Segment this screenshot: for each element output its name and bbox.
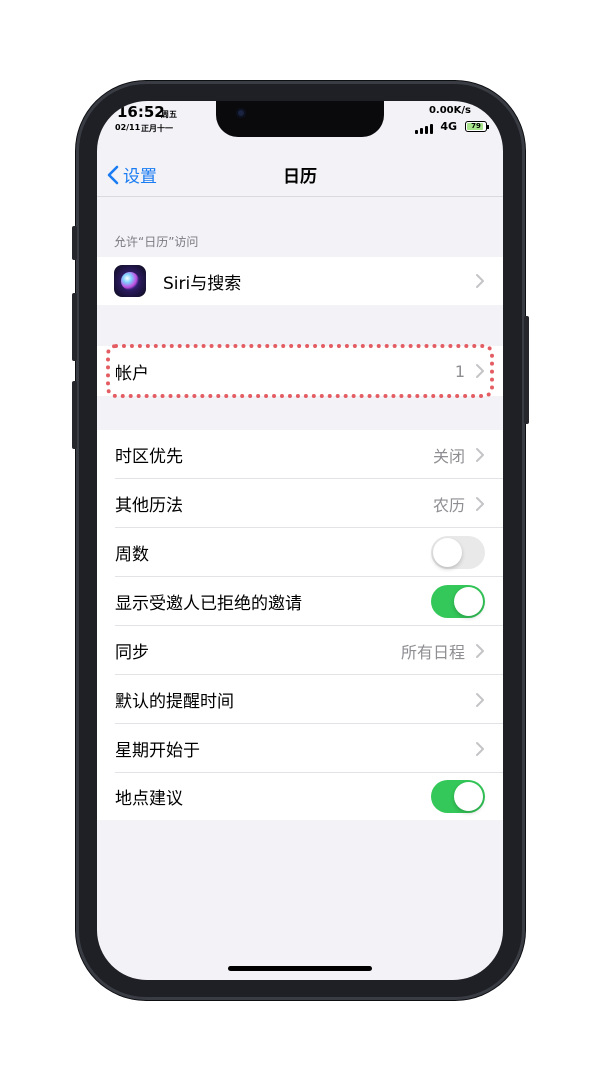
signal-icon [415, 124, 433, 134]
setting-label: 默认的提醒时间 [115, 692, 234, 712]
setting-label: 同步 [115, 643, 149, 663]
status-network: 4G [440, 120, 457, 133]
screen: 16:52 周五 02/11 正月十一 0.00K/s 4G 79 设置 日历 [97, 101, 503, 980]
nav-bar: 设置 日历 [97, 151, 503, 195]
setting-value: 所有日程 [400, 642, 465, 662]
notch [216, 101, 384, 137]
status-time: 16:52 [117, 103, 165, 121]
setting-label: 地点建议 [115, 789, 183, 809]
highlight-annotation [106, 344, 494, 398]
setting-row-declined-invites: 显示受邀人已拒绝的邀请 [97, 577, 503, 626]
chevron-right-icon [476, 741, 484, 756]
page-title: 日历 [283, 167, 317, 187]
siri-icon [114, 265, 146, 297]
volume-down-button [72, 381, 77, 449]
battery-level: 79 [471, 122, 481, 130]
chevron-right-icon [476, 643, 484, 658]
siri-group: Siri与搜索 [97, 257, 503, 305]
status-lunar-date: 正月十一 [141, 124, 173, 133]
power-button [524, 316, 529, 424]
setting-row-location-suggestions: 地点建议 [97, 773, 503, 820]
setting-label: 其他历法 [115, 496, 183, 516]
chevron-right-icon [476, 447, 484, 462]
status-date: 02/11 [115, 123, 141, 132]
status-weekday: 周五 [161, 110, 177, 119]
nav-divider [97, 196, 503, 197]
chevron-right-icon [476, 496, 484, 511]
setting-row-sync[interactable]: 同步 所有日程 [97, 626, 503, 675]
mute-switch [72, 226, 77, 260]
setting-row-week-numbers: 周数 [97, 528, 503, 577]
siri-label: Siri与搜索 [163, 273, 242, 294]
setting-label: 时区优先 [115, 447, 183, 467]
battery-icon: 79 [465, 121, 489, 132]
setting-row-week-start[interactable]: 星期开始于 [97, 724, 503, 773]
setting-row-timezone[interactable]: 时区优先 关闭 [97, 430, 503, 479]
volume-up-button [72, 293, 77, 361]
week-numbers-toggle[interactable] [431, 536, 485, 569]
setting-label: 显示受邀人已拒绝的邀请 [115, 594, 302, 614]
status-net-speed: 0.00K/s [428, 105, 471, 116]
chevron-right-icon [476, 692, 484, 707]
chevron-right-icon [476, 274, 484, 288]
setting-label: 星期开始于 [115, 741, 200, 761]
settings-group: 时区优先 关闭 其他历法 农历 周数 显示受邀人已拒绝的邀请 同步 所有日程 默… [97, 430, 503, 820]
setting-value: 农历 [432, 495, 465, 515]
camera-icon [236, 108, 246, 118]
setting-row-default-alert[interactable]: 默认的提醒时间 [97, 675, 503, 724]
location-suggestions-toggle[interactable] [431, 780, 485, 813]
setting-row-alt-calendar[interactable]: 其他历法 农历 [97, 479, 503, 528]
setting-label: 周数 [115, 545, 149, 565]
section-header: 允许“日历”访问 [114, 235, 199, 249]
siri-row[interactable]: Siri与搜索 [97, 257, 503, 305]
declined-invites-toggle[interactable] [431, 585, 485, 618]
home-indicator[interactable] [228, 966, 372, 971]
setting-value: 关闭 [432, 446, 465, 466]
